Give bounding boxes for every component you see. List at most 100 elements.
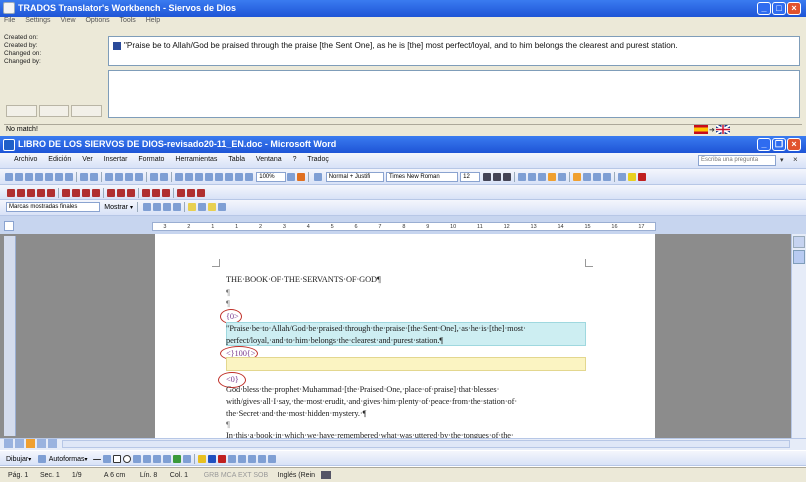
autoshapes-menu[interactable]: Autoformas (49, 456, 85, 463)
hyperlink-icon[interactable] (175, 173, 183, 181)
next-change-icon[interactable] (153, 203, 162, 211)
menu-herramientas[interactable]: Herramientas (175, 156, 217, 163)
menu-ventana[interactable]: Ventana (256, 156, 282, 163)
font-color-icon[interactable] (638, 173, 647, 181)
menu-file[interactable]: File (4, 17, 15, 24)
copy-icon[interactable] (115, 173, 123, 181)
print-icon[interactable] (55, 173, 63, 181)
docmap-icon[interactable] (235, 173, 243, 181)
cleanup-icon[interactable] (152, 189, 160, 197)
help-question-input[interactable]: Escriba una pregunta (698, 155, 776, 166)
columns-icon[interactable] (215, 173, 223, 181)
outline-view-icon[interactable] (37, 439, 46, 448)
word-minimize-icon[interactable]: _ (757, 138, 771, 151)
translate-to-fuzzy-icon[interactable] (47, 189, 55, 197)
vertical-ruler[interactable] (4, 236, 16, 436)
workbench-icon[interactable] (187, 189, 195, 197)
diagram-icon[interactable] (163, 455, 172, 463)
get-next-icon[interactable] (17, 189, 25, 197)
concordance-icon[interactable] (62, 189, 70, 197)
delete-segment-icon[interactable] (92, 189, 100, 197)
shadow-icon[interactable] (258, 455, 267, 463)
tm-icon[interactable] (197, 189, 205, 197)
select-objects-icon[interactable] (38, 455, 47, 463)
draw-dropdown-icon[interactable]: ▾ (28, 457, 31, 463)
decrease-indent-icon[interactable] (593, 173, 602, 181)
horizontal-scrollbar[interactable] (62, 440, 790, 448)
nav-prev-button[interactable] (6, 105, 37, 117)
border-icon[interactable] (618, 173, 627, 181)
line-style-icon[interactable] (228, 455, 237, 463)
previous-change-icon[interactable] (143, 203, 152, 211)
arrow-style-icon[interactable] (248, 455, 257, 463)
help-dropdown-icon[interactable]: ▾ (780, 156, 784, 164)
set-close-icon[interactable] (27, 189, 35, 197)
minimize-icon[interactable]: _ (757, 2, 771, 15)
arrow-icon[interactable] (103, 455, 112, 463)
web-view-icon[interactable] (15, 439, 24, 448)
save-icon[interactable] (25, 173, 33, 181)
redo-icon[interactable] (160, 173, 168, 181)
menu-edicion[interactable]: Edición (48, 156, 71, 163)
show-hide-icon[interactable] (245, 173, 253, 181)
markup-select[interactable]: Marcas mostradas finales (6, 202, 100, 212)
help-icon[interactable] (287, 173, 296, 181)
menu-ver[interactable]: Ver (82, 156, 93, 163)
bullets-icon[interactable] (583, 173, 592, 181)
spelling-icon[interactable] (80, 173, 88, 181)
translate-icon[interactable] (142, 189, 150, 197)
excel-icon[interactable] (205, 173, 213, 181)
highlight-icon[interactable] (628, 173, 637, 181)
styles-pane-icon[interactable] (314, 173, 323, 181)
reading-view-icon[interactable] (48, 439, 57, 448)
scroll-thumb[interactable] (793, 250, 805, 264)
track-changes-icon[interactable] (198, 203, 207, 211)
menu-tools[interactable]: Tools (119, 17, 135, 24)
line-spacing-icon[interactable] (558, 173, 567, 181)
add-term-icon[interactable] (127, 189, 135, 197)
vertical-textbox-icon[interactable] (143, 455, 152, 463)
reviewing-options-icon[interactable] (218, 203, 227, 211)
fill-color-icon[interactable] (198, 455, 207, 463)
font-select[interactable]: Times New Roman (385, 172, 458, 182)
format-painter-icon[interactable] (135, 173, 143, 181)
undo-icon[interactable] (150, 173, 158, 181)
menu-formato[interactable]: Formato (138, 156, 164, 163)
menu-trados[interactable]: Tradoç (307, 156, 329, 163)
open-get-icon[interactable] (7, 189, 15, 197)
show-button[interactable]: Mostrar (104, 204, 128, 211)
accept-change-icon[interactable] (163, 203, 172, 211)
target-segment-box[interactable] (108, 70, 800, 118)
align-right-icon[interactable] (538, 173, 547, 181)
new-comment-icon[interactable] (188, 203, 197, 211)
show-dropdown-icon[interactable]: ▾ (130, 205, 133, 211)
autoshapes-dropdown-icon[interactable]: ▾ (85, 457, 88, 463)
preview-icon[interactable] (65, 173, 73, 181)
underline-icon[interactable] (503, 173, 512, 181)
line-icon[interactable] (93, 458, 102, 460)
target-segment-highlight[interactable] (226, 357, 586, 371)
horizontal-ruler[interactable]: 3 2 1 1 2 3 4 5 6 7 8 9 10 11 12 13 14 1… (152, 222, 656, 231)
oval-icon[interactable] (123, 455, 132, 463)
draw-menu[interactable]: Dibujar (6, 456, 28, 463)
numbering-icon[interactable] (573, 173, 582, 181)
tab-selector-icon[interactable] (4, 221, 14, 231)
tables-icon[interactable] (185, 173, 193, 181)
settings-icon[interactable] (177, 189, 185, 197)
rectangle-icon[interactable] (113, 455, 122, 463)
style-select[interactable]: Normal + Justifi (325, 172, 384, 182)
drawing-icon[interactable] (225, 173, 233, 181)
scroll-up-icon[interactable] (793, 236, 805, 248)
align-left-icon[interactable] (518, 173, 527, 181)
menu-view[interactable]: View (60, 17, 75, 24)
nav-next-button[interactable] (71, 105, 103, 117)
bold-icon[interactable] (483, 173, 492, 181)
get-term-icon[interactable] (117, 189, 125, 197)
draw-font-color-icon[interactable] (218, 455, 227, 463)
set-close-next-icon[interactable] (72, 189, 80, 197)
menu-help[interactable]: ? (293, 156, 297, 163)
maximize-icon[interactable]: □ (772, 2, 786, 15)
print-view-icon[interactable] (26, 439, 35, 448)
font-size-select[interactable]: 12 (460, 172, 481, 182)
reviewing-pane-icon[interactable] (208, 203, 217, 211)
